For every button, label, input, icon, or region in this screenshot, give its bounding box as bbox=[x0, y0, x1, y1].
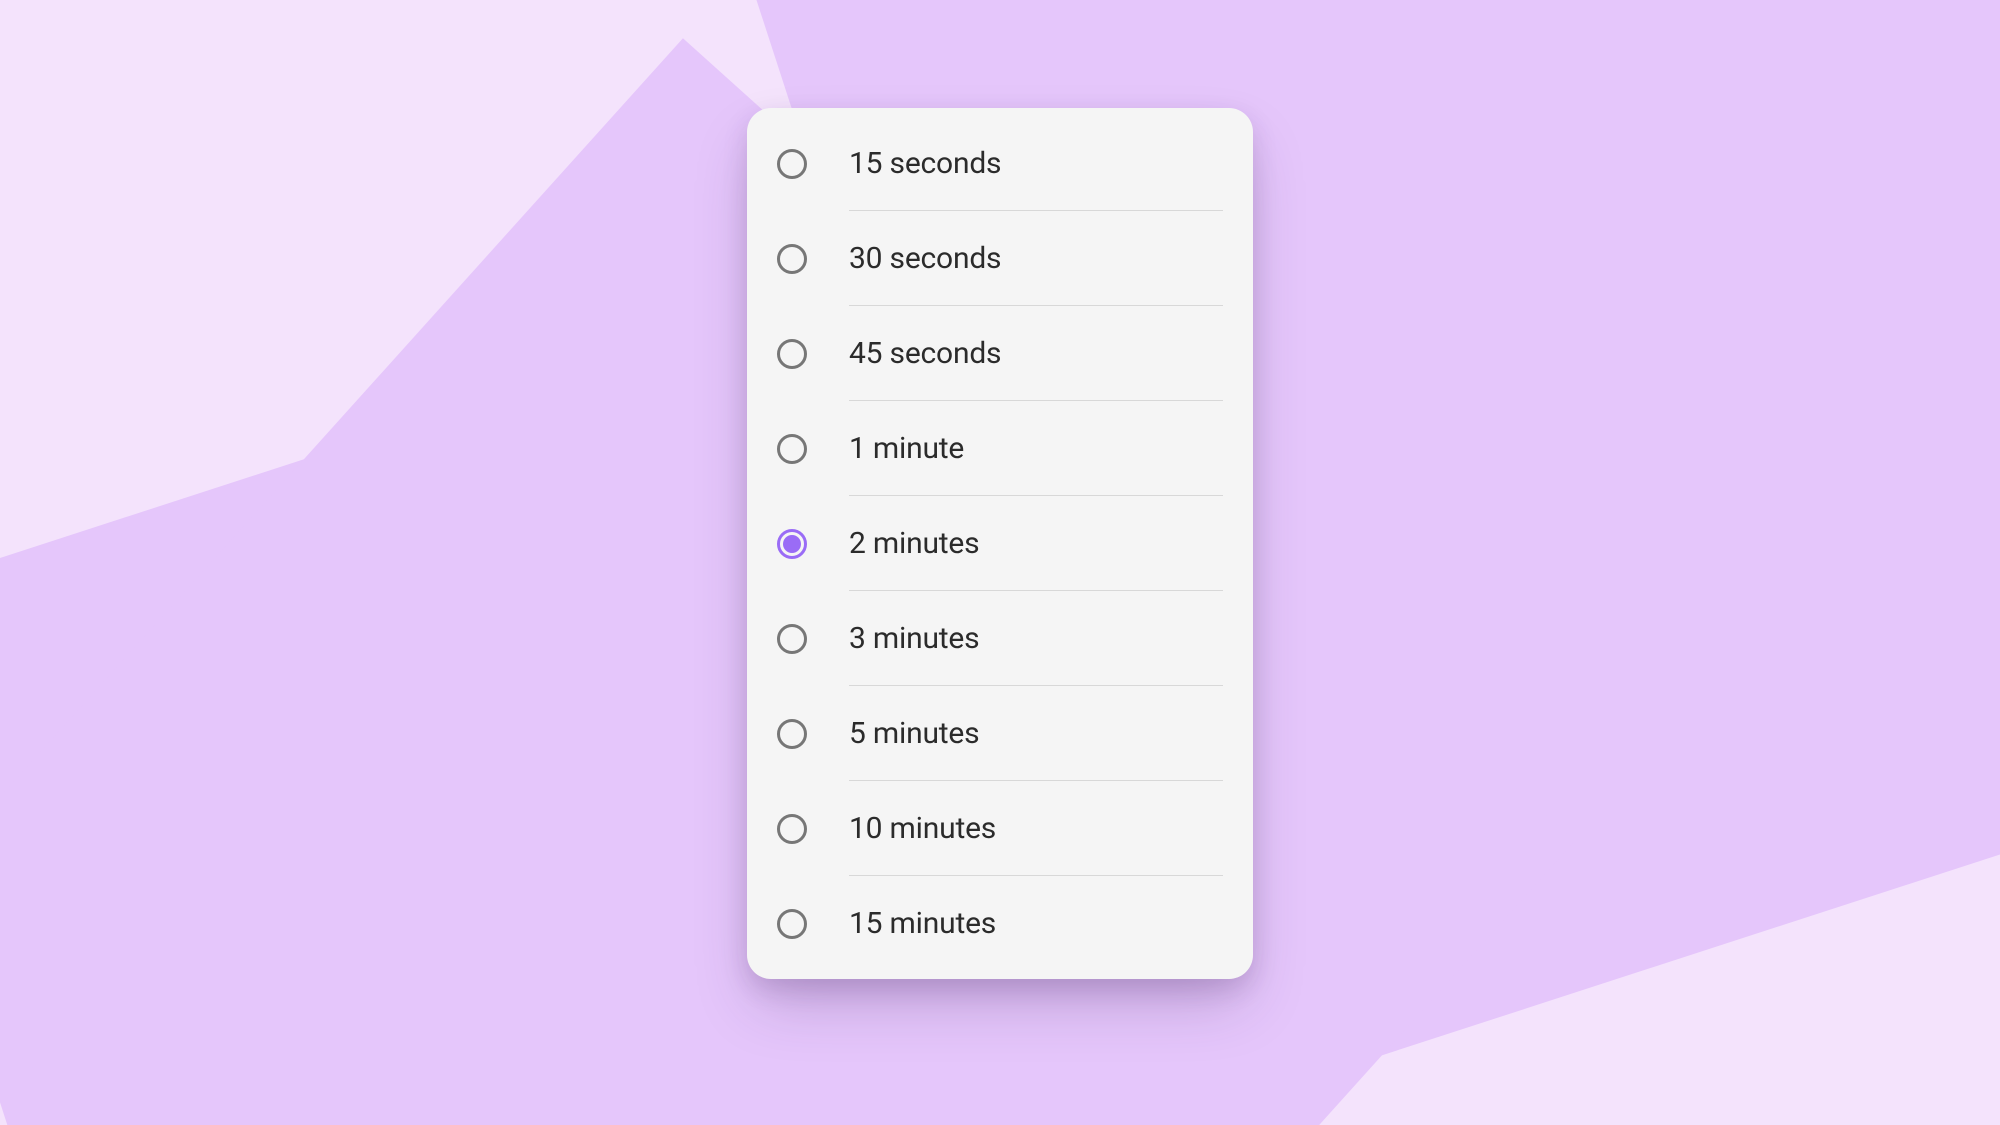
duration-option-label: 10 minutes bbox=[849, 811, 996, 846]
radio-unselected-icon bbox=[777, 624, 807, 654]
duration-option-label: 1 minute bbox=[849, 431, 964, 466]
duration-option-2-minutes[interactable]: 2 minutes bbox=[747, 496, 1253, 591]
duration-option-label: 2 minutes bbox=[849, 526, 979, 561]
duration-option-label: 3 minutes bbox=[849, 621, 979, 656]
duration-option-label: 5 minutes bbox=[849, 716, 979, 751]
duration-picker-card: 15 seconds 30 seconds 45 seconds 1 minut… bbox=[747, 108, 1253, 979]
duration-option-label: 15 minutes bbox=[849, 906, 996, 941]
radio-unselected-icon bbox=[777, 909, 807, 939]
duration-option-15-seconds[interactable]: 15 seconds bbox=[747, 116, 1253, 211]
duration-option-label: 15 seconds bbox=[849, 146, 1001, 181]
radio-unselected-icon bbox=[777, 149, 807, 179]
radio-unselected-icon bbox=[777, 719, 807, 749]
duration-option-3-minutes[interactable]: 3 minutes bbox=[747, 591, 1253, 686]
radio-unselected-icon bbox=[777, 244, 807, 274]
duration-option-10-minutes[interactable]: 10 minutes bbox=[747, 781, 1253, 876]
duration-option-15-minutes[interactable]: 15 minutes bbox=[747, 876, 1253, 971]
background: 15 seconds 30 seconds 45 seconds 1 minut… bbox=[0, 0, 2000, 1125]
duration-option-45-seconds[interactable]: 45 seconds bbox=[747, 306, 1253, 401]
duration-option-label: 45 seconds bbox=[849, 336, 1001, 371]
radio-unselected-icon bbox=[777, 339, 807, 369]
duration-option-label: 30 seconds bbox=[849, 241, 1001, 276]
duration-option-30-seconds[interactable]: 30 seconds bbox=[747, 211, 1253, 306]
radio-unselected-icon bbox=[777, 814, 807, 844]
duration-option-1-minute[interactable]: 1 minute bbox=[747, 401, 1253, 496]
radio-unselected-icon bbox=[777, 434, 807, 464]
radio-selected-icon bbox=[777, 529, 807, 559]
duration-option-5-minutes[interactable]: 5 minutes bbox=[747, 686, 1253, 781]
